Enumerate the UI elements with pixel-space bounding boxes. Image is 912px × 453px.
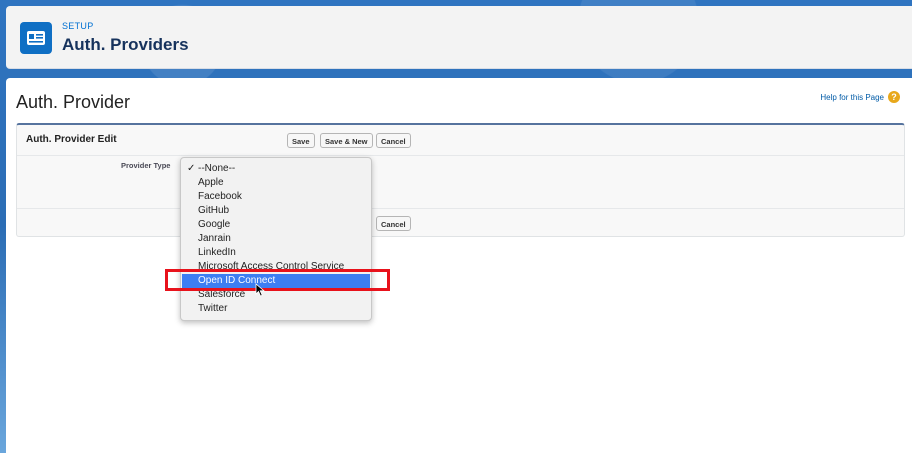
header-title: Auth. Providers (62, 35, 189, 54)
save-new-button[interactable]: Save & New (320, 133, 373, 148)
main-content: Auth. Provider Help for this Page ? Auth… (6, 78, 912, 453)
option-google[interactable]: Google (182, 218, 370, 232)
option-github[interactable]: GitHub (182, 204, 370, 218)
panel-divider (17, 155, 904, 156)
checkmark-icon: ✓ (187, 163, 196, 174)
annotation-highlight-box (165, 269, 390, 291)
provider-type-dropdown[interactable]: ✓ --None-- Apple Facebook GitHub Google J… (180, 157, 372, 321)
option-none[interactable]: ✓ --None-- (182, 162, 370, 176)
option-twitter[interactable]: Twitter (182, 302, 370, 316)
help-icon[interactable]: ? (888, 91, 900, 103)
setup-header: SETUP Auth. Providers (6, 6, 912, 69)
cancel-button[interactable]: Cancel (376, 133, 411, 148)
bottom-cancel-button[interactable]: Cancel (376, 216, 411, 231)
option-janrain[interactable]: Janrain (182, 232, 370, 246)
help-link[interactable]: Help for this Page (820, 93, 884, 102)
option-facebook[interactable]: Facebook (182, 190, 370, 204)
option-linkedin[interactable]: LinkedIn (182, 246, 370, 260)
mouse-cursor-icon (255, 283, 266, 297)
panel-title: Auth. Provider Edit (26, 134, 117, 145)
edit-panel: Auth. Provider Edit Save Save & New Canc… (16, 123, 905, 237)
header-eyebrow: SETUP (62, 21, 94, 31)
save-button[interactable]: Save (287, 133, 315, 148)
page-title: Auth. Provider (16, 92, 131, 112)
id-card-icon (20, 22, 52, 54)
panel-divider-bottom (17, 208, 904, 209)
option-apple[interactable]: Apple (182, 176, 370, 190)
provider-type-label: Provider Type (121, 161, 171, 170)
